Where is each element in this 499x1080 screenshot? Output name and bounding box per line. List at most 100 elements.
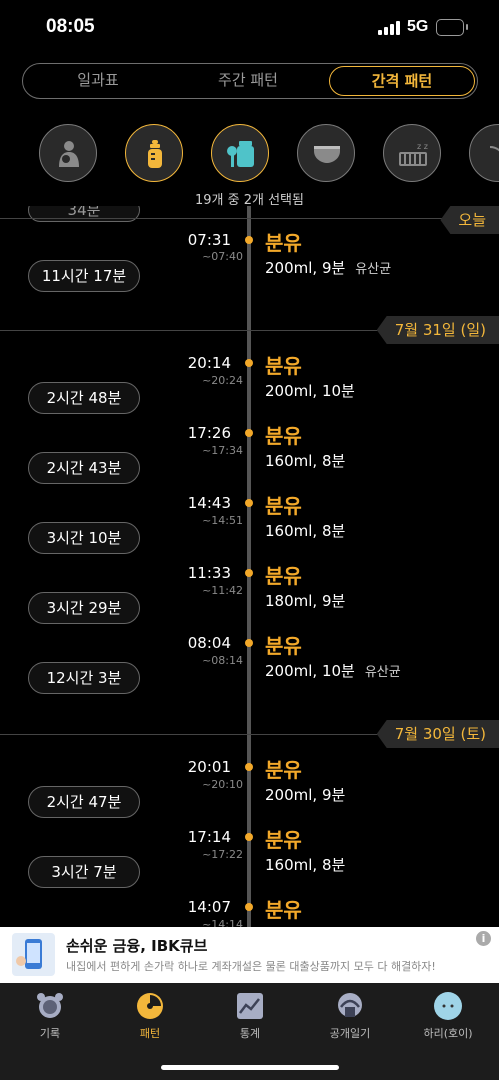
- entry-detail: 180ml, 9분: [265, 590, 345, 611]
- nav-label: 패턴: [139, 1027, 161, 1040]
- entry-time: 11:33: [187, 564, 231, 582]
- nav-label: 하리(호이): [423, 1027, 473, 1040]
- entry-note: 유산균: [364, 665, 401, 680]
- nav-item-statistics[interactable]: 통계: [200, 991, 300, 1041]
- entry-detail: 200ml, 9분: [265, 784, 345, 805]
- entry-time: 20:01: [187, 758, 231, 776]
- nav-label: 기록: [39, 1027, 61, 1040]
- entry-dot: [245, 236, 253, 244]
- entry-type[interactable]: 분유: [265, 227, 302, 256]
- entry-type[interactable]: 분유: [265, 754, 302, 783]
- entry-dot: [245, 499, 253, 507]
- status-time: 08:05: [46, 16, 95, 37]
- breastfeeding-icon: [59, 141, 79, 167]
- interval-pill[interactable]: 11시간 17분: [28, 260, 140, 292]
- entry-type[interactable]: 분유: [265, 420, 302, 449]
- entry-time: 08:04: [187, 634, 231, 652]
- interval-pill[interactable]: 12시간 3분: [28, 662, 140, 694]
- ad-info-icon[interactable]: i: [476, 931, 491, 946]
- pattern-chart-icon: [137, 993, 163, 1019]
- public-diary-icon: [338, 993, 362, 1017]
- entry-time: 17:26: [187, 424, 231, 442]
- entry-type[interactable]: 분유: [265, 490, 302, 519]
- interval-pill[interactable]: 3시간 29분: [28, 592, 140, 624]
- entry-end-time: ~17:22: [202, 848, 243, 861]
- timeline-axis: [247, 206, 251, 928]
- ad-description: 내집에서 편하게 손가락 하나로 계좌개설은 물론 대출상품까지 모두 다 해결…: [66, 960, 436, 973]
- entry-end-time: ~20:24: [202, 374, 243, 387]
- nav-item-record[interactable]: 기록: [0, 991, 100, 1041]
- alarm-clock-icon: [37, 993, 63, 1018]
- entry-dot: [245, 903, 253, 911]
- entry-time: 07:31: [187, 231, 231, 249]
- entry-type[interactable]: 분유: [265, 560, 302, 589]
- entry-dot: [245, 833, 253, 841]
- baby-avatar-icon: [434, 992, 462, 1020]
- interval-pill[interactable]: 3시간 10분: [28, 522, 140, 554]
- entry-end-time: ~11:42: [202, 584, 243, 597]
- date-divider: [0, 218, 499, 219]
- view-mode-tabs: 일과표 주간 패턴 간격 패턴: [22, 63, 478, 99]
- ad-banner[interactable]: 손쉬운 금융, IBK큐브 내집에서 편하게 손가락 하나로 계좌개설은 물론 …: [0, 927, 499, 983]
- entry-amount: 160ml, 8분: [265, 522, 346, 540]
- entry-end-time: ~08:14: [202, 654, 243, 667]
- category-bottle[interactable]: [125, 124, 183, 182]
- entry-amount: 160ml, 8분: [265, 452, 346, 470]
- category-filter-bar: z z: [0, 124, 499, 184]
- tab-daily-schedule[interactable]: 일과표: [23, 64, 173, 97]
- entry-amount: 200ml, 10분: [265, 662, 355, 680]
- nav-item-profile[interactable]: 하리(호이): [398, 991, 498, 1041]
- entry-end-time: ~14:51: [202, 514, 243, 527]
- entry-time: 17:14: [187, 828, 231, 846]
- entry-dot: [245, 569, 253, 577]
- interval-pill[interactable]: 2시간 43분: [28, 452, 140, 484]
- more-icon: [489, 146, 499, 152]
- home-indicator[interactable]: [161, 1065, 339, 1070]
- category-pumped-milk[interactable]: [211, 124, 269, 182]
- category-sleep[interactable]: z z: [383, 124, 441, 182]
- bottle-icon: [148, 140, 162, 168]
- entry-detail: 160ml, 8분: [265, 520, 345, 541]
- entry-detail: 200ml, 10분 유산균: [265, 660, 401, 681]
- nav-label: 공개일기: [329, 1027, 371, 1040]
- ad-thumbnail-icon: [12, 933, 55, 976]
- svg-text:z z: z z: [417, 142, 428, 151]
- interval-pill[interactable]: 34분: [28, 206, 140, 222]
- entry-end-time: ~20:10: [202, 778, 243, 791]
- tab-weekly-pattern[interactable]: 주간 패턴: [173, 64, 323, 97]
- entry-type[interactable]: 분유: [265, 350, 302, 379]
- cellular-signal-icon: [378, 21, 402, 35]
- entry-end-time: ~07:40: [202, 250, 243, 263]
- entry-amount: 160ml, 8분: [265, 856, 346, 874]
- entry-dot: [245, 763, 253, 771]
- entry-dot: [245, 639, 253, 647]
- entry-dot: [245, 359, 253, 367]
- nav-item-pattern[interactable]: 패턴: [100, 991, 200, 1041]
- status-bar: 08:05 5G ⚡: [0, 0, 499, 56]
- category-more[interactable]: [469, 124, 499, 182]
- entry-type[interactable]: 분유: [265, 894, 302, 923]
- entry-amount: 200ml, 9분: [265, 259, 346, 277]
- category-breastfeeding[interactable]: [39, 124, 97, 182]
- interval-timeline[interactable]: 34분 오늘 07:31 ~07:40 분유 200ml, 9분 유산균 11시간…: [0, 206, 499, 928]
- interval-pill[interactable]: 2시간 48분: [28, 382, 140, 414]
- entry-amount: 200ml, 10분: [265, 382, 355, 400]
- entry-dot: [245, 429, 253, 437]
- entry-note: 유산균: [355, 262, 392, 277]
- entry-time: 14:43: [187, 494, 231, 512]
- nav-label: 통계: [239, 1027, 261, 1040]
- interval-pill[interactable]: 3시간 7분: [28, 856, 140, 888]
- ad-title: 손쉬운 금융, IBK큐브: [66, 937, 208, 955]
- network-type: 5G: [407, 18, 429, 35]
- entry-amount: 200ml, 9분: [265, 786, 346, 804]
- nav-item-public-diary[interactable]: 공개일기: [300, 991, 400, 1041]
- interval-pill[interactable]: 2시간 47분: [28, 786, 140, 818]
- entry-end-time: ~17:34: [202, 444, 243, 457]
- entry-type[interactable]: 분유: [265, 824, 302, 853]
- category-diaper[interactable]: [297, 124, 355, 182]
- tab-interval-pattern[interactable]: 간격 패턴: [329, 66, 475, 96]
- entry-time: 14:07: [187, 898, 231, 916]
- diaper-icon: [314, 146, 340, 163]
- battery-charging-icon: ⚡: [436, 19, 468, 36]
- entry-type[interactable]: 분유: [265, 630, 302, 659]
